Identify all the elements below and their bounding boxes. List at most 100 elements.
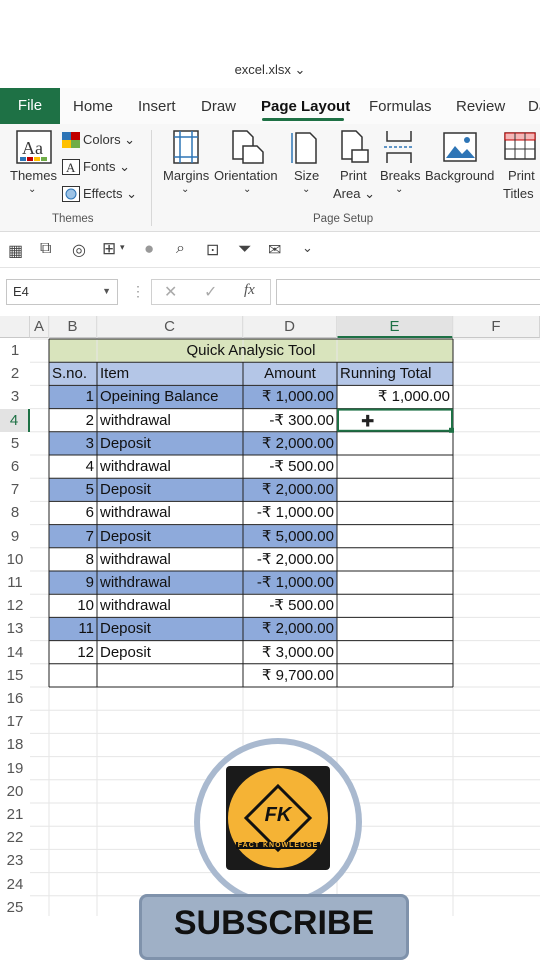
cell-running-total[interactable]: ₹ 1,000.00	[337, 385, 453, 408]
cell-item[interactable]: withdrawal	[97, 455, 243, 478]
cell-sno[interactable]: 3	[49, 432, 97, 455]
cell-amount[interactable]: -₹ 500.00	[243, 594, 337, 617]
cell-amount[interactable]: ₹ 2,000.00	[243, 432, 337, 455]
cancel-icon[interactable]: ✕	[164, 282, 177, 302]
cell-amount[interactable]: -₹ 1,000.00	[243, 501, 337, 524]
cell-item[interactable]: Opeining Balance	[97, 385, 243, 408]
cell-sno[interactable]: 9	[49, 571, 97, 594]
fill-color-icon[interactable]: ●	[144, 239, 154, 259]
cell-sno[interactable]: 6	[49, 501, 97, 524]
tab-home[interactable]: Home	[73, 98, 113, 115]
cell-sno[interactable]: 5	[49, 478, 97, 501]
cell-amount[interactable]: ₹ 5,000.00	[243, 525, 337, 548]
cell-item[interactable]: withdrawal	[97, 501, 243, 524]
eye-icon[interactable]: ◎	[72, 240, 86, 260]
breaks-label: Breaks	[380, 168, 421, 183]
ribbon: Aa Themes ⌄ Colors ⌄ A Fonts ⌄ Effects ⌄…	[0, 124, 540, 232]
customize-qat-icon[interactable]: ⌄	[302, 240, 313, 256]
cell-sno[interactable]: 1	[49, 385, 97, 408]
cell-sno[interactable]: 7	[49, 525, 97, 548]
cell-sno[interactable]: 11	[49, 617, 97, 640]
cell-running-total[interactable]	[337, 525, 453, 548]
print-area-label-1: Print	[340, 168, 367, 183]
camera-icon[interactable]: ⊡	[206, 240, 219, 260]
cell-running-total[interactable]	[337, 409, 453, 432]
tab-page-layout[interactable]: Page Layout	[261, 98, 350, 115]
fx-icon[interactable]: fx	[244, 282, 255, 299]
cell-sno[interactable]: 10	[49, 594, 97, 617]
grid-icon[interactable]: ▦	[8, 241, 23, 261]
cell-item[interactable]: withdrawal	[97, 409, 243, 432]
tab-file[interactable]: File	[0, 88, 60, 124]
header-item[interactable]: Item	[97, 362, 243, 385]
name-box[interactable]: E4 ▼	[6, 279, 118, 305]
borders-icon[interactable]: ⊞	[102, 239, 116, 259]
chevron-down-icon[interactable]: ▼	[102, 286, 111, 296]
cell-item[interactable]: Deposit	[97, 641, 243, 664]
cell-running-total[interactable]	[337, 594, 453, 617]
tab-formulas[interactable]: Formulas	[369, 98, 432, 115]
cell-item[interactable]: Deposit	[97, 525, 243, 548]
themes-group-label: Themes	[52, 213, 94, 225]
subscribe-label: SUBSCRIBE	[173, 904, 375, 942]
cell-amount[interactable]: ₹ 2,000.00	[243, 617, 337, 640]
chevron-down-icon: ⌄	[28, 184, 37, 195]
fonts-icon: A	[62, 159, 80, 175]
cell-running-total[interactable]	[337, 432, 453, 455]
chevron-down-icon[interactable]: ▾	[120, 242, 125, 253]
cell-running-total[interactable]	[337, 478, 453, 501]
channel-logo[interactable]: FK FACT KNOWLEDGE	[194, 738, 362, 906]
cell-item[interactable]: withdrawal	[97, 594, 243, 617]
themes-icon: Aa	[16, 130, 52, 164]
cell-sno[interactable]: 4	[49, 455, 97, 478]
cell-running-total[interactable]	[337, 455, 453, 478]
header-sno[interactable]: S.no.	[49, 362, 97, 385]
header-amount[interactable]: Amount	[243, 362, 337, 385]
cell-item[interactable]: Deposit	[97, 432, 243, 455]
cell-sno[interactable]: 12	[49, 641, 97, 664]
cell-amount[interactable]: -₹ 2,000.00	[243, 548, 337, 571]
cell-amount[interactable]: ₹ 1,000.00	[243, 385, 337, 408]
cell-running-total[interactable]	[337, 548, 453, 571]
more-icon[interactable]: ⋮	[131, 283, 145, 300]
colors-label: Colors ⌄	[83, 132, 136, 147]
tab-draw[interactable]: Draw	[201, 98, 236, 115]
print-titles-icon	[504, 132, 536, 160]
print-titles-label-2: Titles	[503, 186, 534, 201]
cell-item[interactable]: withdrawal	[97, 571, 243, 594]
mail-icon[interactable]: ✉	[268, 240, 281, 260]
cell-item[interactable]: Deposit	[97, 617, 243, 640]
copy-icon[interactable]: ⧉	[40, 240, 51, 258]
cell-running-total[interactable]	[337, 641, 453, 664]
cell-sno[interactable]: 8	[49, 548, 97, 571]
tab-insert[interactable]: Insert	[138, 98, 176, 115]
tab-review[interactable]: Review	[456, 98, 505, 115]
name-box-value: E4	[13, 284, 29, 299]
header-running-total[interactable]: Running Total	[337, 362, 453, 385]
cell-total-amount[interactable]: ₹ 9,700.00	[243, 664, 337, 687]
effects-icon	[62, 186, 80, 202]
svg-text:Aa: Aa	[22, 138, 43, 158]
cell-running-total[interactable]	[337, 571, 453, 594]
cell-item[interactable]: withdrawal	[97, 548, 243, 571]
cell-amount[interactable]: ₹ 2,000.00	[243, 478, 337, 501]
window-title[interactable]: excel.xlsx ⌄	[0, 62, 540, 78]
filter-icon[interactable]: ⏷	[238, 239, 252, 259]
cell-item[interactable]: Deposit	[97, 478, 243, 501]
find-icon[interactable]: ⌕	[176, 240, 185, 258]
cell-running-total[interactable]	[337, 501, 453, 524]
cell-amount[interactable]: -₹ 300.00	[243, 409, 337, 432]
chevron-down-icon: ⌄	[181, 184, 190, 195]
cell-running-total[interactable]	[337, 617, 453, 640]
orientation-icon	[232, 130, 264, 164]
print-area-label-2: Area ⌄	[333, 186, 375, 201]
cell-sno[interactable]: 2	[49, 409, 97, 432]
formula-input[interactable]	[276, 279, 540, 305]
title-cell[interactable]: Quick Analysic Tool	[49, 339, 453, 362]
margins-icon	[173, 130, 199, 164]
cell-amount[interactable]: -₹ 500.00	[243, 455, 337, 478]
tab-data[interactable]: Da	[528, 98, 540, 115]
cell-amount[interactable]: ₹ 3,000.00	[243, 641, 337, 664]
cell-amount[interactable]: -₹ 1,000.00	[243, 571, 337, 594]
check-icon[interactable]: ✓	[204, 282, 217, 302]
